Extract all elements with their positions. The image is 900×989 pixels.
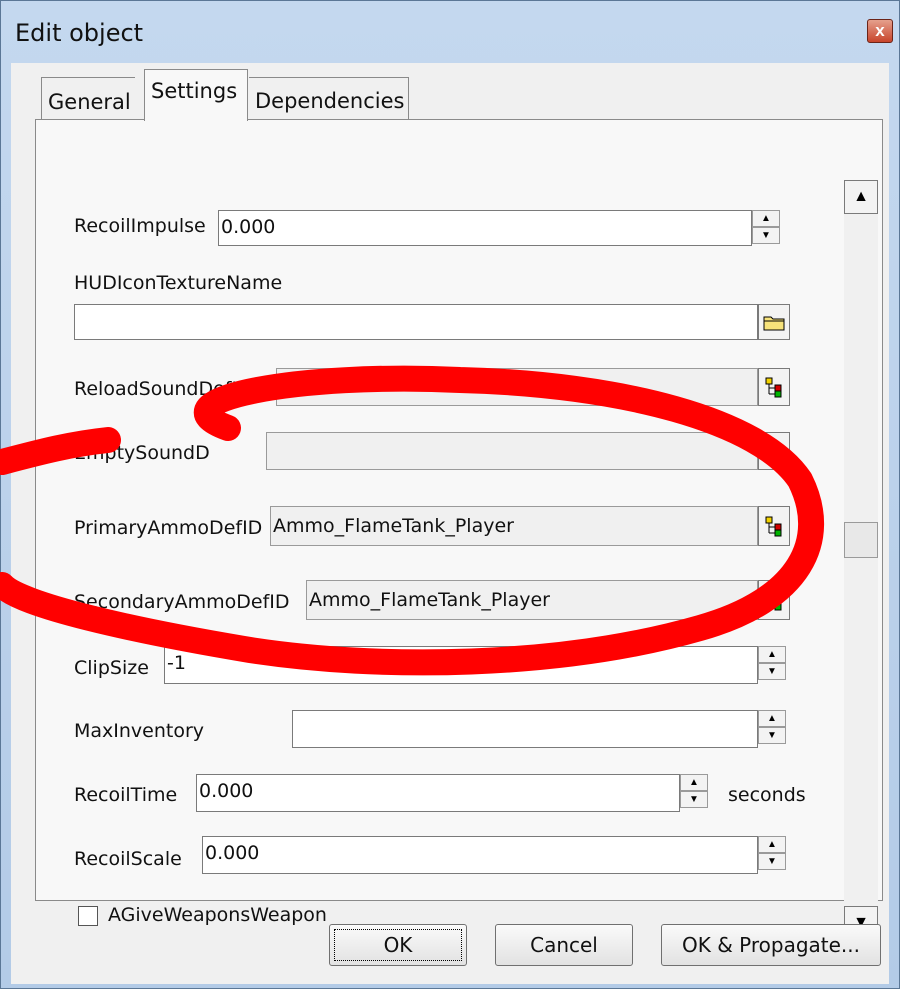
recoil-time-label: RecoilTime — [74, 784, 178, 806]
up-arrow-icon: ▲ — [853, 188, 869, 205]
close-icon: x — [875, 21, 885, 40]
recoil-time-input[interactable]: 0.000 — [196, 774, 680, 812]
cancel-button[interactable]: Cancel — [495, 924, 633, 966]
hud-icon-label: HUDIconTextureName — [74, 272, 283, 294]
clip-size-spinner[interactable]: ▲ ▼ — [758, 646, 786, 682]
recoil-scale-input[interactable]: 0.000 — [202, 836, 758, 874]
tree-picker-icon — [765, 590, 782, 611]
empty-sound-label: EmptySoundD — [74, 442, 210, 464]
empty-sound-picker-button[interactable] — [758, 432, 790, 470]
give-weapons-label: AGiveWeaponsWeapon — [108, 904, 327, 926]
ok-propagate-button-label: OK & Propagate... — [681, 933, 861, 957]
cancel-button-label: Cancel — [530, 933, 598, 957]
hud-icon-input[interactable] — [74, 304, 758, 340]
clip-size-input[interactable]: -1 — [164, 646, 758, 684]
scroll-thumb[interactable] — [844, 522, 878, 558]
secondary-ammo-label: SecondaryAmmoDefID — [74, 591, 290, 613]
tree-picker-icon — [765, 516, 782, 537]
clip-size-label: ClipSize — [74, 657, 149, 679]
tree-picker-icon — [765, 441, 782, 462]
recoil-scale-spinner[interactable]: ▲ ▼ — [758, 836, 786, 872]
window-title: Edit object — [15, 19, 144, 47]
max-inventory-input[interactable] — [292, 710, 758, 748]
primary-ammo-input[interactable]: Ammo_FlameTank_Player — [270, 506, 758, 546]
recoil-impulse-input[interactable]: 0.000 — [218, 210, 752, 246]
reload-sound-input[interactable] — [276, 368, 758, 406]
recoil-scale-label: RecoilScale — [74, 848, 182, 870]
secondary-ammo-picker-button[interactable] — [758, 580, 790, 620]
dialog-client: General Settings Dependencies RecoilImpu… — [11, 63, 889, 984]
edit-object-window: Edit object x General Settings Dependenc… — [0, 0, 900, 989]
recoil-time-spinner[interactable]: ▲ ▼ — [680, 774, 708, 810]
title-bar[interactable]: Edit object x — [1, 1, 900, 63]
tab-settings[interactable]: Settings — [144, 69, 248, 121]
reload-sound-picker-button[interactable] — [758, 368, 790, 406]
recoil-impulse-label: RecoilImpulse — [74, 215, 206, 237]
max-inventory-spinner[interactable]: ▲ ▼ — [758, 710, 786, 746]
secondary-ammo-input[interactable]: Ammo_FlameTank_Player — [306, 580, 758, 620]
tab-dependencies[interactable]: Dependencies — [249, 77, 409, 119]
recoil-impulse-spinner[interactable]: ▲ ▼ — [752, 210, 780, 246]
browse-button[interactable] — [758, 304, 790, 340]
tab-general[interactable]: General — [41, 77, 135, 119]
close-button[interactable]: x — [867, 19, 893, 43]
tree-picker-icon — [765, 377, 782, 398]
scroll-up-button[interactable]: ▲ — [844, 180, 878, 214]
primary-ammo-label: PrimaryAmmoDefID — [74, 517, 263, 539]
settings-panel: RecoilImpulse 0.000 ▲ ▼ HUDIconTextureNam… — [35, 119, 883, 940]
primary-ammo-picker-button[interactable] — [758, 506, 790, 546]
max-inventory-label: MaxInventory — [74, 720, 205, 742]
reload-sound-label: ReloadSoundDefID — [74, 378, 252, 400]
recoil-time-unit: seconds — [728, 784, 806, 806]
vertical-scrollbar[interactable]: ▲ ▼ — [844, 180, 878, 940]
focus-rectangle — [334, 929, 462, 961]
give-weapons-checkbox[interactable] — [78, 906, 98, 926]
ok-propagate-button[interactable]: OK & Propagate... — [661, 924, 881, 966]
folder-icon — [763, 316, 785, 331]
empty-sound-input[interactable] — [266, 432, 758, 470]
ok-button[interactable]: OK — [329, 924, 467, 966]
